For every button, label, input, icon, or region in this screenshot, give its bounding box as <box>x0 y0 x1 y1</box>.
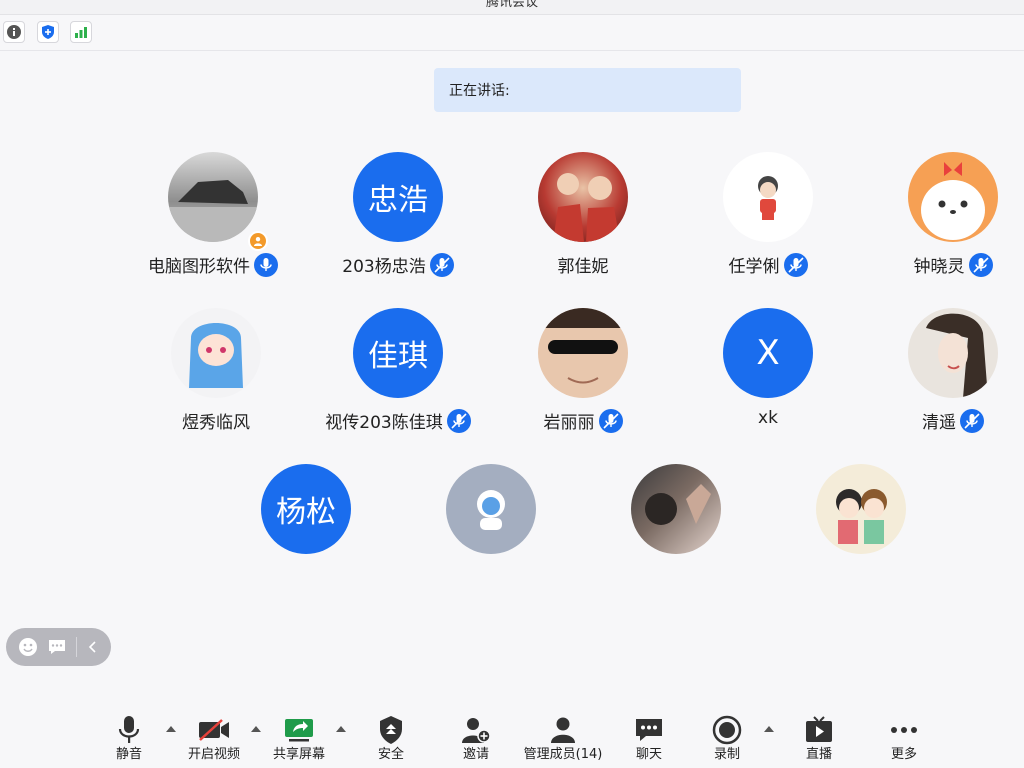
participant-name: 煜秀临风 <box>182 413 250 433</box>
record-options-caret-icon[interactable] <box>762 722 776 736</box>
avatar: X <box>723 308 813 398</box>
avatar: 杨松 <box>261 464 351 554</box>
participant-name: 清遥 <box>922 413 956 433</box>
camera-off-icon <box>184 714 244 746</box>
host-badge-icon <box>248 231 268 251</box>
bottom-toolbar: 静音 开启视频 共享屏幕 安全 邀请 管理成员(14) 聊天 录制 直播 更多 <box>0 700 1024 768</box>
speaking-label: 正在讲话: <box>449 83 510 99</box>
chat-label: 聊天 <box>635 747 662 762</box>
participant-name-row: xk <box>678 408 858 428</box>
manage-members-button[interactable]: 管理成员(14) <box>522 714 604 768</box>
more-button[interactable]: 更多 <box>879 714 929 768</box>
mic-icon[interactable] <box>429 253 454 277</box>
microphone-icon <box>104 714 154 746</box>
live-stream-label: 直播 <box>805 747 832 762</box>
emoji-icon[interactable] <box>17 636 39 658</box>
participant-name-row: 清遥 <box>863 408 1024 433</box>
participant-name-row: 任学俐 <box>678 252 858 277</box>
mute-button[interactable]: 静音 <box>104 714 154 768</box>
participant-name-row: 视传203陈佳琪 <box>308 408 488 433</box>
avatar <box>908 308 998 398</box>
more-dots-icon <box>879 714 929 746</box>
chat-icon <box>624 714 674 746</box>
invite-label: 邀请 <box>462 747 489 762</box>
avatar <box>816 464 906 554</box>
divider <box>76 637 77 657</box>
avatar <box>908 152 998 242</box>
video-button[interactable]: 开启视频 <box>184 714 244 768</box>
avatar <box>538 308 628 398</box>
security-shield-icon <box>366 714 416 746</box>
members-icon <box>522 714 604 746</box>
participant-name: 钟晓灵 <box>913 257 965 277</box>
live-tv-icon <box>794 714 844 746</box>
participant-name: 电脑图形软件 <box>148 257 250 277</box>
security-button[interactable]: 安全 <box>366 714 416 768</box>
participant-name: 郭佳妮 <box>557 257 609 277</box>
participant-name-row: 钟晓灵 <box>863 252 1024 277</box>
mute-options-caret-icon[interactable] <box>164 722 178 736</box>
signal-icon[interactable] <box>70 21 92 43</box>
avatar: 忠浩 <box>353 152 443 242</box>
record-icon <box>702 714 752 746</box>
avatar <box>446 464 536 554</box>
mic-icon[interactable] <box>968 253 993 277</box>
shield-icon[interactable] <box>37 21 59 43</box>
chat-button[interactable]: 聊天 <box>624 714 674 768</box>
live-stream-button[interactable]: 直播 <box>794 714 844 768</box>
share-screen-button[interactable]: 共享屏幕 <box>269 714 329 768</box>
invite-button[interactable]: 邀请 <box>451 714 501 768</box>
video-options-caret-icon[interactable] <box>249 722 263 736</box>
mic-icon[interactable] <box>446 409 471 433</box>
participant-name: 任学俐 <box>728 257 780 277</box>
share-screen-icon <box>269 714 329 746</box>
participant-name-row: 郭佳妮 <box>493 252 673 277</box>
invite-icon <box>451 714 501 746</box>
window-title: 腾讯会议 <box>485 0 538 10</box>
avatar <box>631 464 721 554</box>
avatar <box>171 308 261 398</box>
share-options-caret-icon[interactable] <box>334 722 348 736</box>
mic-icon[interactable] <box>598 409 623 433</box>
participant-name: 岩丽丽 <box>543 413 595 433</box>
title-bar: 腾讯会议 <box>0 0 1024 15</box>
video-label: 开启视频 <box>187 747 240 762</box>
participant-name-row: 203杨忠浩 <box>308 252 488 277</box>
participant-name-row: 煜秀临风 <box>126 408 306 433</box>
avatar: 佳琪 <box>353 308 443 398</box>
security-label: 安全 <box>377 747 404 762</box>
participant-name: 视传203陈佳琪 <box>325 413 443 433</box>
chat-bubble-icon[interactable] <box>46 636 68 658</box>
floating-reaction-bar <box>6 628 111 666</box>
info-icon[interactable] <box>3 21 25 43</box>
share-screen-label: 共享屏幕 <box>272 747 325 762</box>
manage-members-label: 管理成员(14) <box>523 747 603 762</box>
record-label: 录制 <box>713 747 740 762</box>
mic-icon[interactable] <box>783 253 808 277</box>
mic-icon[interactable] <box>960 409 984 433</box>
participant-name-row: 电脑图形软件 <box>123 252 303 277</box>
record-button[interactable]: 录制 <box>702 714 752 768</box>
avatar <box>538 152 628 242</box>
more-label: 更多 <box>890 747 917 762</box>
speaking-indicator: 正在讲话: <box>434 68 741 112</box>
avatar <box>168 152 258 242</box>
mic-icon[interactable] <box>254 253 278 277</box>
collapse-chevron-icon[interactable] <box>82 636 104 658</box>
meeting-info-bar <box>0 15 1024 51</box>
participant-name: 203杨忠浩 <box>342 257 426 277</box>
participant-name-row: 岩丽丽 <box>493 408 673 433</box>
mute-label: 静音 <box>115 747 142 762</box>
avatar <box>723 152 813 242</box>
participant-name: xk <box>758 408 778 428</box>
